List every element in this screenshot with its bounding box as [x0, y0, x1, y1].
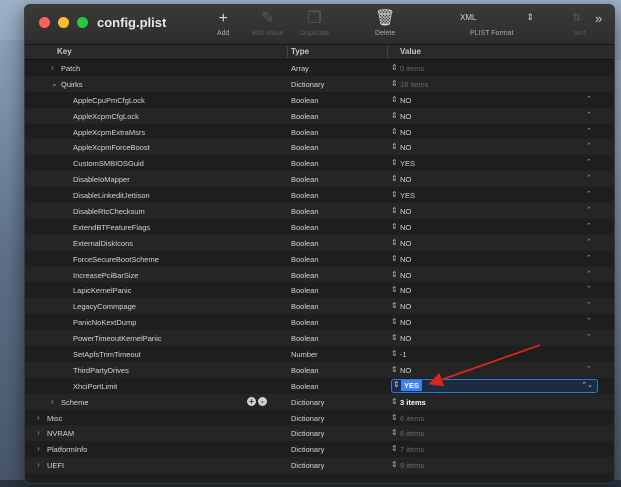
annotation-arrow	[428, 344, 541, 387]
editor-window: config.plist + Add ✎ Edit Value ❐ Duplic…	[24, 4, 615, 484]
annotation-arrow-line	[428, 344, 541, 387]
